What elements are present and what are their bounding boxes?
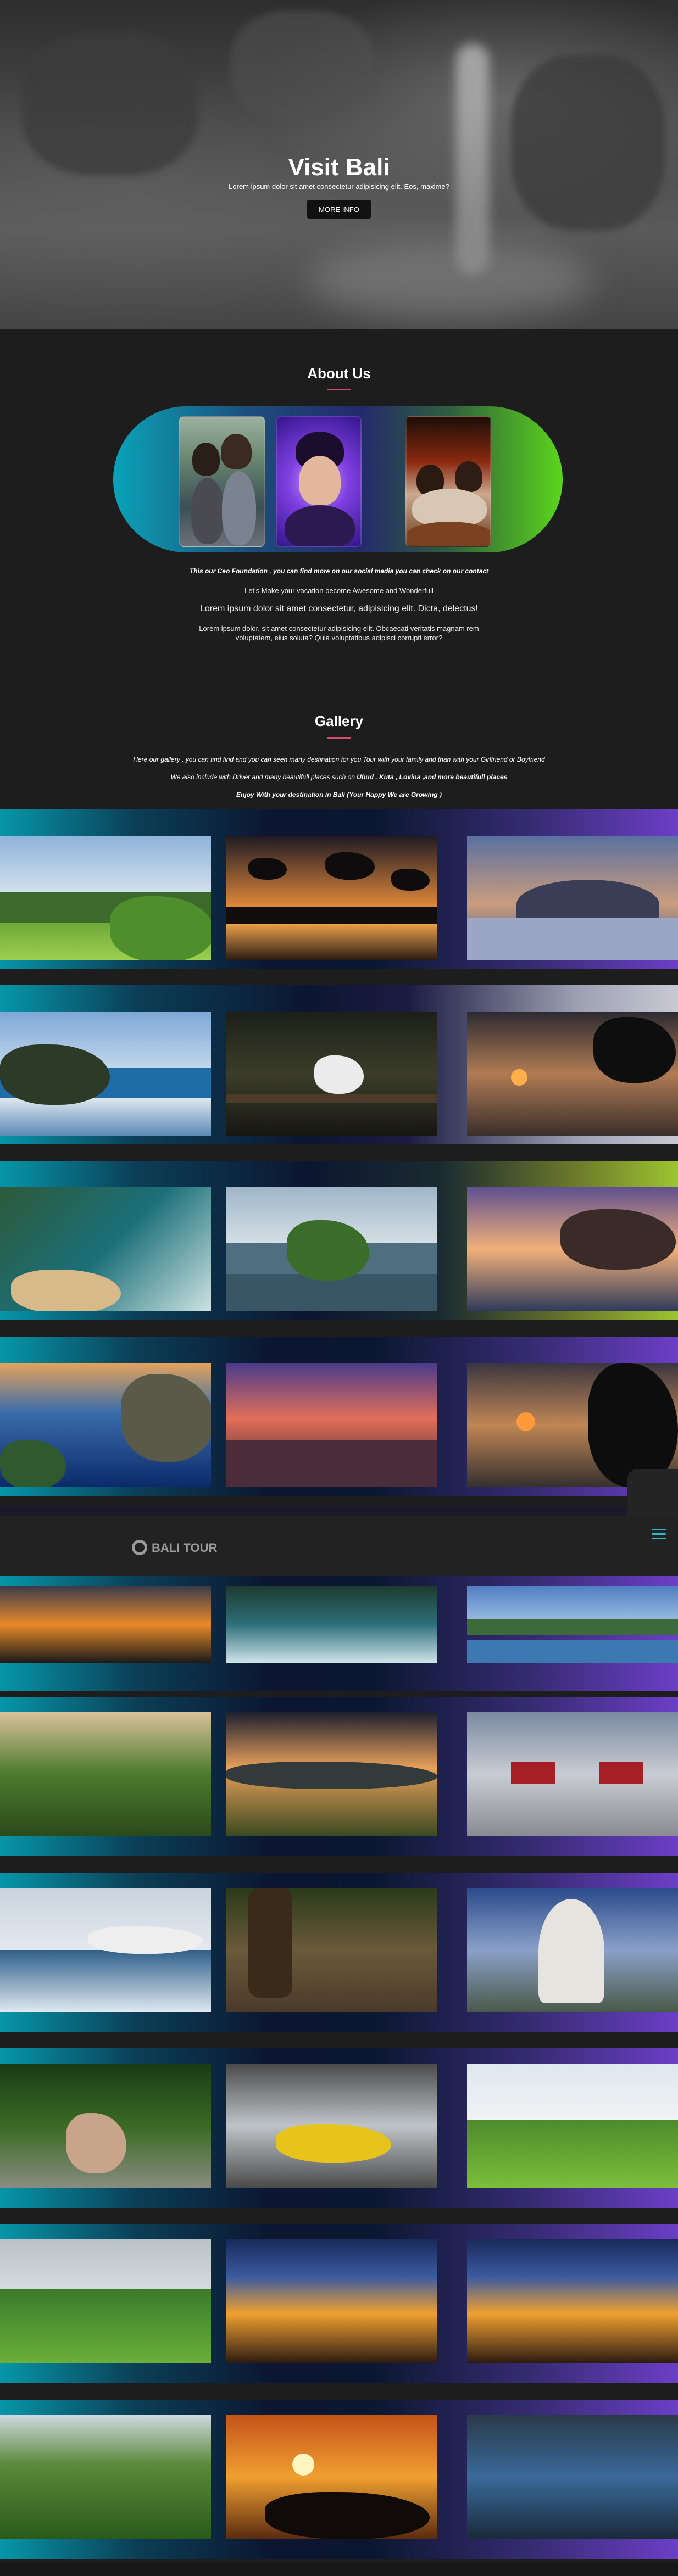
hamburger-menu-icon[interactable] xyxy=(652,1529,666,1540)
rice-terrace-photo[interactable] xyxy=(0,836,211,960)
waterfall-mist xyxy=(308,242,593,318)
monkey-photo[interactable] xyxy=(0,2064,211,2188)
tanah-lot-sunset-photo[interactable] xyxy=(226,2415,437,2539)
cliff-beach-photo[interactable] xyxy=(0,1187,211,1311)
rock-arch-photo[interactable] xyxy=(467,1187,678,1311)
dramatic-sky-photo[interactable] xyxy=(226,2239,437,2363)
gallery-tagline: Enjoy With your destination in Bali (You… xyxy=(236,791,442,798)
about-title-underline xyxy=(327,389,351,390)
about-caption: This our Ceo Foundation , you can find m… xyxy=(189,567,489,575)
gallery-title-underline xyxy=(327,737,351,739)
rafting-photo[interactable] xyxy=(226,2064,437,2188)
gallery-places: We also include with Driver and many bea… xyxy=(0,773,678,781)
navbar: BALI TOUR xyxy=(0,1516,678,1582)
green-valley-photo[interactable] xyxy=(0,2239,211,2363)
gallery-row-divider xyxy=(0,1506,678,1515)
logo-text[interactable]: BALI TOUR xyxy=(152,1541,217,1555)
page-bottom xyxy=(0,2563,678,2576)
blue-lagoon-photo[interactable] xyxy=(0,1363,211,1487)
palm-jungle-photo[interactable] xyxy=(0,2415,211,2539)
ceo-family-photo xyxy=(179,416,265,547)
gallery-title: Gallery xyxy=(314,713,364,729)
palm-sunset-photo[interactable] xyxy=(226,836,437,960)
rock-island-photo[interactable] xyxy=(226,1187,437,1311)
gallery-intro: Here our gallery , you can find find and… xyxy=(133,756,545,763)
hero-rock xyxy=(231,11,374,121)
white-bird-photo[interactable] xyxy=(226,1012,437,1136)
dolphin-boat-photo[interactable] xyxy=(0,1888,211,2012)
monkey-forest-photo[interactable] xyxy=(226,1888,437,2012)
gallery-places-highlight: Ubud , Kuta , Lovina ,and more beautiful… xyxy=(357,773,508,781)
river-rapids-photo[interactable] xyxy=(226,1586,437,1663)
mountain-dusk-photo[interactable] xyxy=(467,836,678,960)
about-lead-text: Lorem ipsum dolor sit amet consectetur, … xyxy=(199,604,478,613)
ceo-group-photo xyxy=(405,416,491,547)
hero-banner: Visit Bali Lorem ipsum dolor sit amet co… xyxy=(0,0,678,329)
hero-title: Visit Bali xyxy=(288,154,390,181)
beach-dinner-photo[interactable] xyxy=(226,1363,437,1487)
holy-spring-photo[interactable] xyxy=(467,2415,678,2539)
gallery-places-prefix: We also include with Driver and many bea… xyxy=(170,773,355,781)
sunset-lake-photo[interactable] xyxy=(0,1586,211,1663)
hero-subtitle: Lorem ipsum dolor sit amet consectetur a… xyxy=(229,182,449,191)
more-info-button[interactable]: MORE INFO xyxy=(307,200,371,219)
monument-photo[interactable] xyxy=(467,1888,678,2012)
about-body-text: Lorem ipsum dolor, sit amet consectetur … xyxy=(199,624,479,642)
ceo-portrait-photo xyxy=(276,416,362,547)
about-tagline: Let's Make your vacation become Awesome … xyxy=(244,586,434,595)
beach-sunset-photo[interactable] xyxy=(467,1012,678,1136)
rice-field-photo[interactable] xyxy=(467,2064,678,2188)
lake-boat-photo[interactable] xyxy=(467,1586,678,1663)
jungle-terrace-photo[interactable] xyxy=(0,1712,211,1836)
mountain-sunrise-photo[interactable] xyxy=(226,1712,437,1836)
resort-courtyard-photo[interactable] xyxy=(467,1712,678,1836)
sea-temple-photo[interactable] xyxy=(0,1012,211,1136)
dramatic-sky-photo-2[interactable] xyxy=(467,2239,678,2363)
hero-rock xyxy=(511,55,665,231)
logo-icon xyxy=(132,1540,147,1555)
about-title: About Us xyxy=(307,365,371,382)
